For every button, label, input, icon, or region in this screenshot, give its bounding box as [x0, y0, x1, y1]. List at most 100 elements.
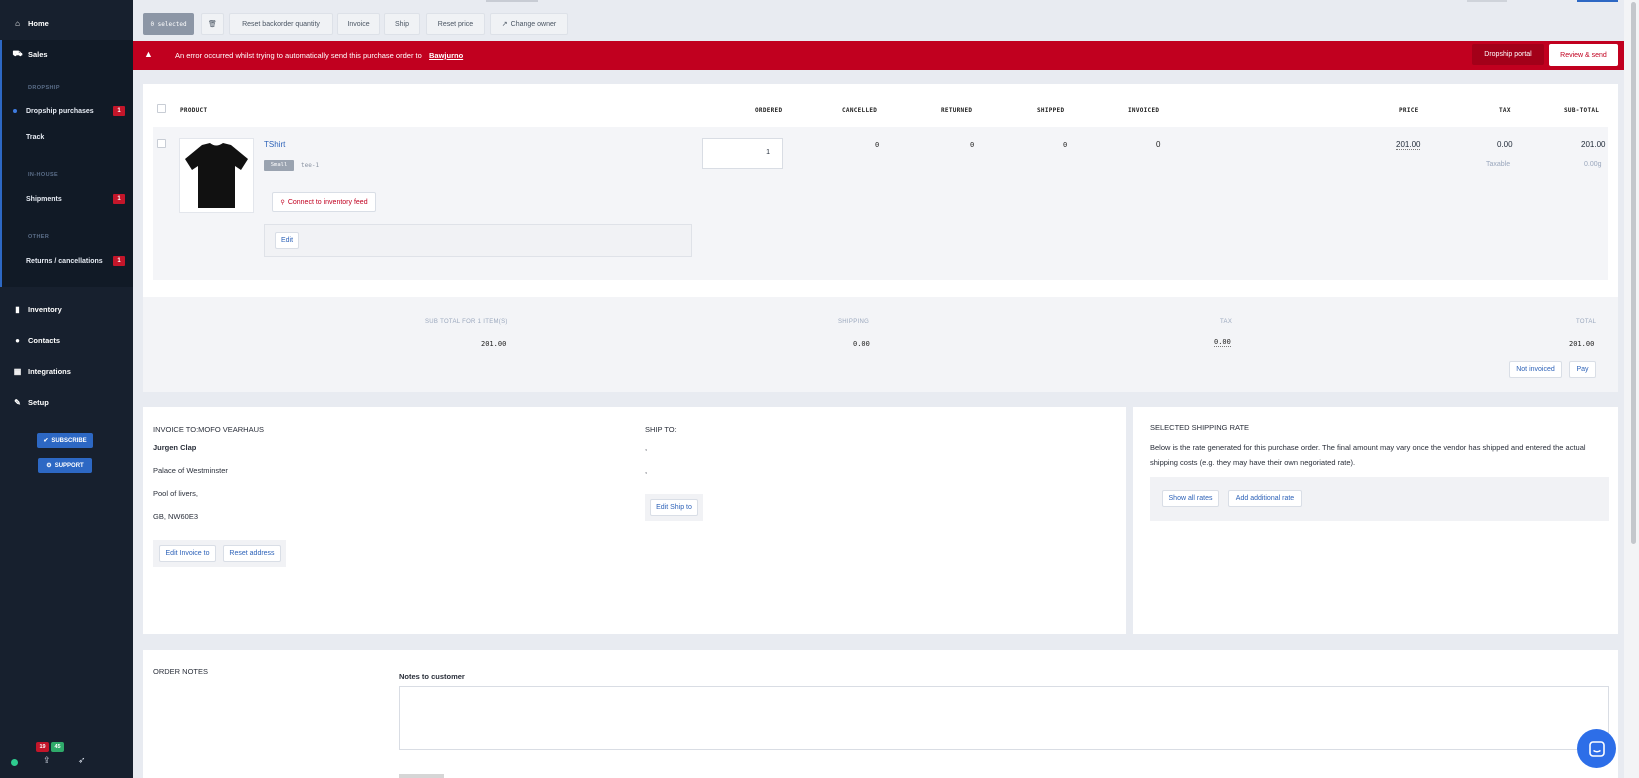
nav-inventory-label: Inventory [28, 304, 62, 314]
shipped-value: 0 [1063, 141, 1068, 149]
weight-value: 0.00g [1584, 161, 1602, 168]
invoice-to-line3: GB, NW60E3 [153, 512, 199, 521]
invoice-to-line1: Palace of Westminster [153, 466, 228, 475]
vendor-link[interactable]: Bawjurno [429, 51, 463, 60]
subtotal-label: SUB TOTAL FOR 1 ITEM(S) [425, 319, 508, 325]
sidebar-item-label: Shipments [26, 195, 62, 203]
change-owner-button[interactable]: ↗ Change owner [490, 13, 568, 35]
nav-contacts-label: Contacts [28, 335, 61, 345]
notifications-badge[interactable]: 19 [36, 742, 49, 752]
notes-to-customer-label: Notes to customer [399, 672, 465, 681]
pay-button[interactable]: Pay [1569, 361, 1596, 378]
subscribe-label: SUBSCRIBE [51, 437, 87, 444]
review-send-button[interactable]: Review & send [1549, 44, 1618, 66]
count-badge: 1 [113, 106, 125, 116]
product-name-link[interactable]: TShirt [264, 140, 285, 149]
edit-invoice-to-button[interactable]: Edit Invoice to [159, 545, 216, 562]
trash-icon: 🗑 [208, 21, 217, 28]
nav-integrations-label: Integrations [28, 366, 71, 376]
header-price: PRICE [1399, 107, 1419, 114]
invoice-button[interactable]: Invoice [337, 13, 380, 35]
edit-item-button[interactable]: Edit [275, 232, 299, 249]
subscribe-button[interactable]: ✔ SUBSCRIBE [37, 433, 93, 448]
row-checkbox[interactable] [157, 139, 166, 148]
toolbar-divider [1577, 0, 1618, 2]
product-image[interactable] [179, 138, 254, 213]
not-invoiced-button[interactable]: Not invoiced [1509, 361, 1562, 378]
section-dropship: DROPSHIP [28, 85, 60, 91]
header-cancelled: CANCELLED [842, 107, 878, 114]
nav-inventory[interactable]: ▮ Inventory [0, 299, 133, 319]
toolbar-divider [1467, 0, 1507, 2]
reset-backorder-button[interactable]: Reset backorder quantity [229, 13, 333, 35]
shipping-total: 0.00 [853, 340, 870, 348]
header-returned: RETURNED [941, 107, 973, 114]
sidebar-item-returns[interactable]: Returns / cancellations 1 [0, 253, 133, 269]
reset-address-button[interactable]: Reset address [223, 545, 281, 562]
subtotal-value: 201.00 [1581, 140, 1606, 149]
notes-to-customer-input[interactable] [399, 686, 1609, 750]
nav-integrations[interactable]: ▦ Integrations [0, 361, 133, 381]
invoice-to-title: INVOICE TO:MOFO VEARHAUS [153, 425, 264, 434]
toolbar-divider [486, 0, 538, 2]
dropship-portal-button[interactable]: Dropship portal [1472, 44, 1544, 65]
section-inhouse: IN-HOUSE [28, 172, 59, 178]
sku-text: tee-1 [301, 162, 320, 169]
cart-icon: ⛟ [12, 49, 23, 58]
returned-value: 0 [970, 141, 975, 149]
chat-launcher-button[interactable] [1577, 729, 1616, 768]
connect-inventory-button[interactable]: ⚲ Connect to inventory feed [272, 192, 376, 212]
nav-home-label: Home [28, 18, 49, 28]
redirect-icon: ↗ [501, 21, 508, 28]
invoiced-value: 0 [1156, 140, 1161, 149]
wrench-icon: ✎ [14, 397, 21, 407]
ship-button[interactable]: Ship [384, 13, 420, 35]
change-owner-label: Change owner [510, 20, 557, 28]
messages-badge[interactable]: 45 [51, 742, 64, 752]
selected-count-button[interactable]: 0 selected [143, 13, 194, 35]
nav-contacts[interactable]: ● Contacts [0, 330, 133, 350]
nav-setup[interactable]: ✎ Setup [0, 392, 133, 412]
status-online-icon [11, 759, 18, 766]
delete-button[interactable]: 🗑 [201, 13, 224, 35]
edit-ship-to-button[interactable]: Edit Ship to [650, 499, 698, 516]
add-rate-button[interactable]: Add additional rate [1228, 490, 1302, 507]
header-product: PRODUCT [180, 107, 208, 114]
gear-icon: ⚙ [46, 463, 52, 469]
sidebar-item-track[interactable]: Track [0, 129, 133, 145]
sidebar-item-dropship-purchases[interactable]: Dropship purchases 1 [0, 103, 133, 119]
tax-value: 0.00 [1497, 140, 1513, 149]
price-value[interactable]: 201.00 [1396, 140, 1421, 150]
support-button[interactable]: ⚙ SUPPORT [38, 458, 92, 473]
header-ordered: ORDERED [755, 107, 783, 114]
invoice-to-line2: Pool of livers, [153, 489, 199, 498]
rocket-icon[interactable]: ➶ [78, 755, 86, 766]
grand-total: 201.00 [1569, 340, 1595, 348]
sidebar-item-shipments[interactable]: Shipments 1 [0, 191, 133, 207]
nav-setup-label: Setup [28, 397, 49, 407]
ship-to-line2: , [645, 466, 648, 475]
scrollbar-thumb[interactable] [1631, 2, 1636, 544]
tax-label: Taxable [1486, 161, 1511, 168]
nav-home[interactable]: ⌂ Home [0, 13, 133, 33]
shipping-label: SHIPPING [838, 319, 870, 325]
user-icon: ● [15, 335, 20, 345]
sidebar-item-label: Dropship purchases [26, 107, 94, 115]
shipping-rate-description: Below is the rate generated for this pur… [1150, 443, 1586, 467]
section-other: OTHER [28, 234, 50, 240]
nav-sales[interactable]: ⛟ Sales [0, 44, 133, 64]
check-icon: ✔ [43, 438, 49, 444]
tax-total[interactable]: 0.00 [1214, 338, 1231, 347]
total-label: TOTAL [1576, 319, 1597, 325]
select-all-checkbox[interactable] [157, 104, 166, 113]
cancelled-value: 0 [875, 141, 880, 149]
subtotal-total: 201.00 [481, 340, 507, 348]
ordered-quantity-input[interactable]: 1 [702, 138, 783, 169]
upload-icon[interactable]: ⇪ [43, 755, 51, 766]
variant-badge: Small [264, 160, 294, 171]
header-invoiced: INVOICED [1128, 107, 1160, 114]
reset-price-button[interactable]: Reset price [426, 13, 485, 35]
tax-total-label: TAX [1220, 319, 1233, 325]
show-all-rates-button[interactable]: Show all rates [1162, 490, 1219, 507]
totals-panel [143, 297, 1618, 392]
